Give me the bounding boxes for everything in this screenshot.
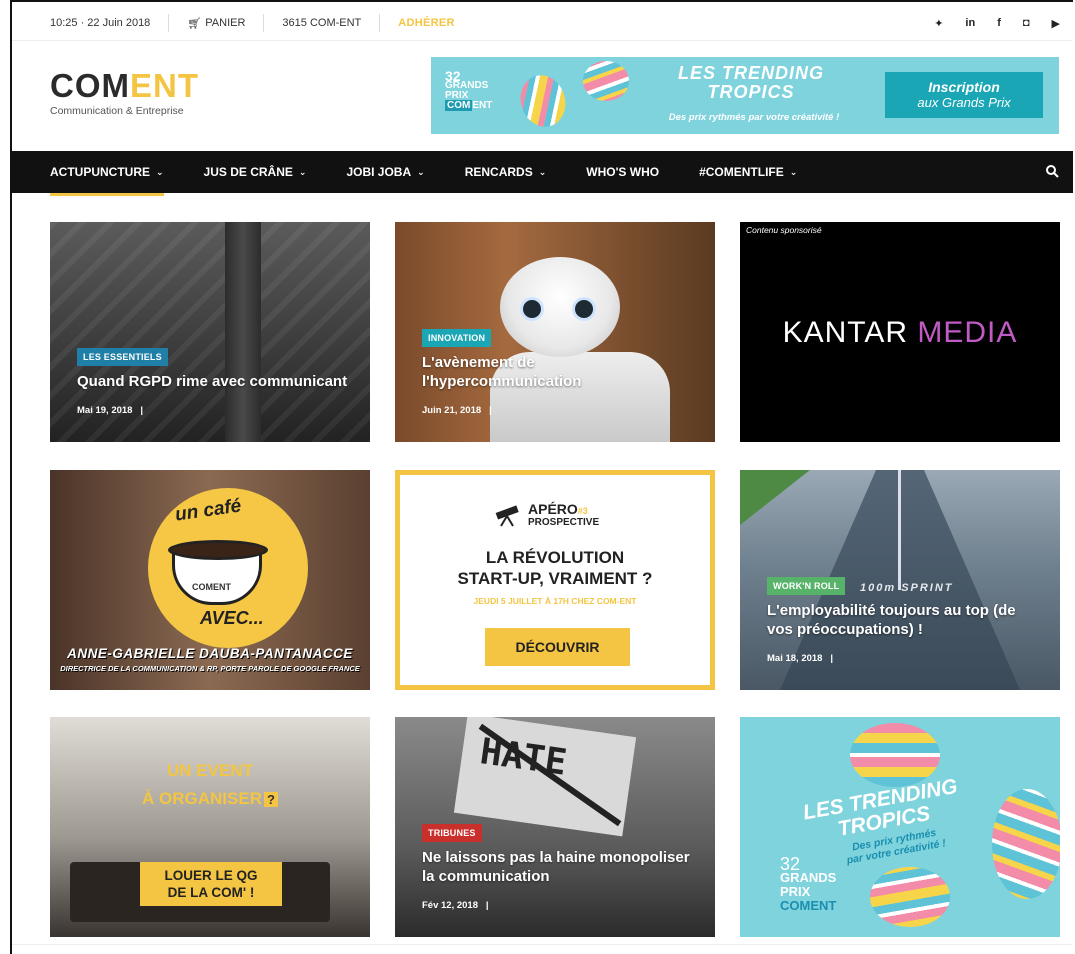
- event-headline: LA RÉVOLUTION START-UP, VRAIMENT ?: [457, 548, 653, 588]
- nav-item-comentlife[interactable]: #COMENTLIFE ⌄: [699, 151, 797, 193]
- maraca-illustration: [870, 867, 950, 927]
- datetime: 10:25 · 22 Juin 2018: [50, 14, 170, 32]
- maraca-illustration: [850, 723, 940, 787]
- promo-card-event-space[interactable]: UN EVENT À ORGANISER? LOUER LE QG DE LA C…: [50, 717, 370, 937]
- chevron-down-icon: ⌄: [789, 166, 798, 177]
- facebook-icon[interactable]: f: [997, 17, 1001, 30]
- nav-item-rencards[interactable]: RENCARDS ⌄: [465, 151, 547, 193]
- article-overlay: TRIBUNES Ne laissons pas la haine monopo…: [422, 823, 695, 911]
- search-icon[interactable]: [1045, 164, 1059, 178]
- nav-item-actupuncture[interactable]: ACTUPUNCTURE ⌄: [50, 151, 164, 196]
- article-date: Fév 12, 2018 |: [422, 900, 489, 911]
- site-logo[interactable]: COMENT Communication & Entreprise: [50, 67, 199, 117]
- article-title[interactable]: L'avènement de l'hypercommunication: [422, 353, 695, 391]
- nav-item-jus-de-crane[interactable]: JUS DE CRÂNE ⌄: [204, 151, 307, 193]
- linkedin-icon[interactable]: in: [965, 17, 975, 30]
- article-title[interactable]: Ne laissons pas la haine monopoliser la …: [422, 848, 695, 886]
- banner-maraca-illustration: [514, 69, 572, 133]
- article-card-hypercommunication[interactable]: INNOVATION L'avènement de l'hypercommuni…: [395, 222, 715, 442]
- chevron-down-icon: ⌄: [417, 166, 425, 177]
- banner-signup-button[interactable]: Inscription aux Grands Prix: [885, 72, 1043, 118]
- nav-item-whos-who[interactable]: WHO'S WHO: [586, 151, 659, 193]
- article-date: Juin 21, 2018 |: [422, 405, 492, 416]
- category-badge[interactable]: INNOVATION: [422, 329, 492, 347]
- chevron-down-icon: ⌄: [156, 166, 164, 177]
- footer-separator: [12, 944, 1072, 945]
- article-overlay: LES ESSENTIELS Quand RGPD rime avec comm…: [77, 347, 350, 416]
- event-headline-line2: À ORGANISER?: [50, 789, 370, 809]
- logo-subtitle: Communication & Entreprise: [50, 105, 184, 117]
- category-badge[interactable]: WORK'N ROLL: [767, 577, 846, 595]
- event-date: JEUDI 5 JUILLET À 17H CHEZ COM-ENT: [473, 596, 637, 606]
- banner-grands-prix-logo: 32 GRANDS PRIX COM ENT: [445, 68, 493, 111]
- banner-title: LES TRENDING TROPICS: [677, 63, 824, 102]
- social-links: ✦ in f ◘ ▶: [934, 17, 1060, 30]
- instagram-icon[interactable]: ◘: [1023, 17, 1030, 30]
- guest-name: ANNE-GABRIELLE DAUBA-PANTANACCE: [67, 646, 353, 661]
- article-date: Mai 18, 2018 |: [767, 653, 834, 664]
- robot-eye: [520, 297, 544, 321]
- twitter-icon[interactable]: ✦: [934, 17, 943, 30]
- article-card-employabilite[interactable]: 100m SPRINT WORK'N ROLL L'employabilité …: [740, 470, 1060, 690]
- article-overlay: WORK'N ROLL L'employabilité toujours au …: [767, 576, 1040, 664]
- join-link[interactable]: ADHÉRER: [380, 14, 473, 32]
- youtube-icon[interactable]: ▶: [1052, 17, 1060, 30]
- article-card-haine[interactable]: HATE TRIBUNES Ne laissons pas la haine m…: [395, 717, 715, 937]
- avec-label: AVEC...: [200, 608, 264, 628]
- grands-prix-logo: 32 GRANDS PRIX COMENT: [780, 854, 837, 913]
- nav-item-jobi-joba[interactable]: JOBI JOBA ⌄: [346, 151, 424, 193]
- sponsored-card-kantar[interactable]: Contenu sponsorisé KANTAR MEDIA: [740, 222, 1060, 442]
- kantar-media-logo: KANTAR MEDIA: [782, 316, 1018, 349]
- cup-brand-label: COMENT: [192, 582, 231, 592]
- category-badge[interactable]: LES ESSENTIELS: [77, 348, 168, 366]
- apero-title: APÉRO#3: [528, 501, 588, 517]
- article-card-rgpd[interactable]: LES ESSENTIELS Quand RGPD rime avec comm…: [50, 222, 370, 442]
- banner-maraca-illustration: [583, 61, 629, 101]
- header-banner-ad[interactable]: 32 GRANDS PRIX COM ENT LES TRENDING TROPIC…: [431, 57, 1059, 134]
- article-title[interactable]: Quand RGPD rime avec communicant: [77, 372, 350, 391]
- event-headline-line1: UN EVENT: [167, 761, 253, 780]
- category-badge[interactable]: TRIBUNES: [422, 824, 482, 842]
- maraca-illustration: [992, 789, 1060, 899]
- promo-card-un-cafe-avec[interactable]: un café COMENT AVEC... ANNE-GABRIELLE DA…: [50, 470, 370, 690]
- article-overlay: INNOVATION L'avènement de l'hypercommuni…: [422, 328, 695, 416]
- promo-card-trending-tropics[interactable]: LES TRENDING TROPICS Des prix rythmés par …: [740, 717, 1060, 937]
- coffee-surface-illustration: [168, 540, 268, 560]
- banner-tagline: Des prix rythmés par votre créativité !: [668, 112, 840, 123]
- guest-role: DIRECTRICE DE LA COMMUNICATION & RP, POR…: [60, 664, 360, 673]
- cart-label: PANIER: [205, 17, 246, 29]
- prospective-label: PROSPECTIVE: [528, 517, 600, 528]
- chevron-down-icon: ⌄: [538, 166, 547, 177]
- discover-button[interactable]: DÉCOUVRIR: [485, 628, 630, 666]
- main-nav: ACTUPUNCTURE ⌄ JUS DE CRÂNE ⌄ JOBI JOBA ⌄ R…: [12, 151, 1073, 196]
- article-title[interactable]: L'employabilité toujours au top (de vos …: [767, 601, 1040, 639]
- top-bar: 10:25 · 22 Juin 2018 🛒︎ PANIER 3615 COM-E…: [50, 8, 1060, 38]
- sponsored-label: Contenu sponsorisé: [746, 225, 822, 235]
- top-separator: [12, 40, 1072, 41]
- rent-hq-button[interactable]: LOUER LE QG DE LA COM' !: [140, 862, 282, 906]
- logo-wordmark: COMENT: [50, 67, 199, 104]
- telescope-icon: [495, 505, 519, 527]
- minitel-link[interactable]: 3615 COM-ENT: [264, 14, 381, 32]
- lane-line: [898, 470, 901, 590]
- chevron-down-icon: ⌄: [298, 166, 307, 177]
- article-date: Mai 19, 2018 |: [77, 405, 144, 416]
- cart-link[interactable]: 🛒︎ PANIER: [169, 14, 265, 32]
- event-card-apero-prospective: APÉRO#3 PROSPECTIVE LA RÉVOLUTION START-U…: [395, 470, 715, 690]
- cart-icon: 🛒︎: [187, 17, 202, 30]
- robot-eye: [572, 297, 596, 321]
